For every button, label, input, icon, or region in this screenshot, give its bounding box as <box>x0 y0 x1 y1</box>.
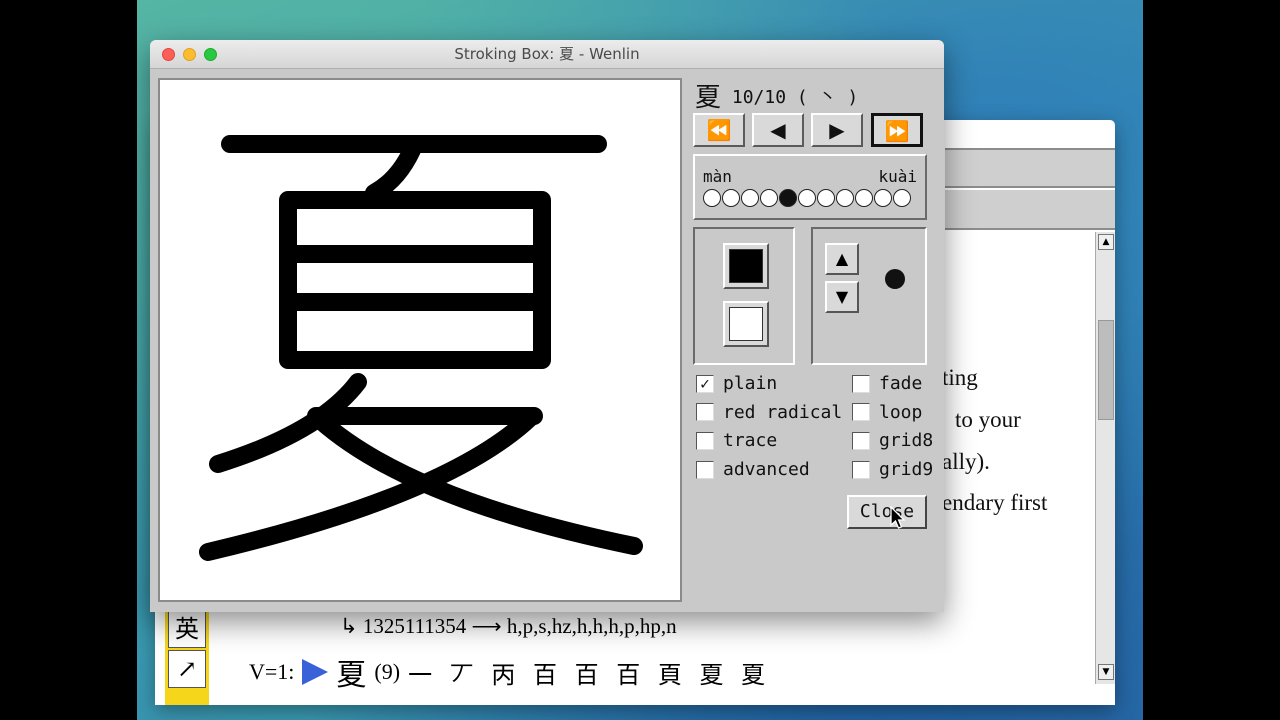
rewind-icon: ⏪ <box>706 118 732 142</box>
arrow-down-icon: ▼ <box>835 287 849 306</box>
option-loop[interactable]: loop <box>852 402 922 423</box>
step-back-icon: ◀ <box>770 118 786 142</box>
stroke-progress: 10/10 <box>731 87 787 108</box>
checkbox-checked-icon[interactable]: ✓ <box>696 374 714 393</box>
close-button[interactable]: Close <box>847 495 927 529</box>
stroke-order-line: V=1: 夏 (9) 一 丆 丙 百 百 百 頁 夏 夏 <box>249 650 770 694</box>
toolbar-strip <box>945 148 1115 188</box>
minimize-window-icon[interactable] <box>183 48 196 61</box>
character-canvas[interactable] <box>158 78 682 602</box>
option-fade[interactable]: fade <box>852 373 922 394</box>
speed-radio[interactable] <box>722 189 740 207</box>
option-label: trace <box>723 430 778 452</box>
color-panel <box>693 227 795 365</box>
previous-stroke-button[interactable]: ◀ <box>752 113 804 147</box>
checkbox-icon[interactable] <box>852 403 870 422</box>
speed-radio[interactable] <box>836 189 854 207</box>
stroke-count: (9) <box>374 659 401 684</box>
option-grid8[interactable]: grid8 <box>852 430 933 451</box>
increase-thickness-button[interactable]: ▲ <box>825 243 859 275</box>
speed-radio[interactable] <box>703 189 721 207</box>
decrease-thickness-button[interactable]: ▼ <box>825 281 859 313</box>
option-label: fade <box>879 373 923 394</box>
stroke-sequence: 一 丆 丙 百 百 百 頁 夏 夏 <box>408 660 771 689</box>
stroke-name: ( 丶 ) <box>796 87 859 108</box>
option-label: advanced <box>723 459 810 481</box>
first-stroke-button[interactable]: ⏪ <box>693 113 745 147</box>
body-text-line: endary first <box>942 490 1048 515</box>
scroll-up-icon[interactable]: ▲ <box>1098 234 1114 250</box>
thickness-panel: ▲ ▼ <box>811 227 927 365</box>
body-text-line: ting <box>942 365 978 390</box>
checkbox-icon[interactable] <box>696 460 714 479</box>
speed-fast-label: kuài <box>878 167 917 186</box>
character-strokes <box>199 135 643 561</box>
thickness-preview-dot <box>885 269 905 289</box>
option-label: red radical <box>723 401 843 423</box>
toolbar-strip <box>945 190 1115 230</box>
option-label: grid9 <box>879 459 934 481</box>
stroke-color-swatch[interactable] <box>723 243 769 289</box>
speed-radio[interactable] <box>779 189 797 207</box>
last-stroke-button[interactable]: ⏩ <box>871 113 923 147</box>
speed-control: màn kuài <box>693 154 927 220</box>
option-label: grid8 <box>879 430 934 452</box>
jump-button[interactable]: ↗ <box>168 650 206 688</box>
stroking-box-dialog: Stroking Box: 夏 - Wenlin 夏 10/10 ( 丶 ) ⏪… <box>150 40 944 612</box>
body-text-line: ally). <box>942 449 990 474</box>
arrow-up-icon: ▲ <box>835 249 849 268</box>
speed-radio[interactable] <box>893 189 911 207</box>
checkbox-icon[interactable] <box>852 374 870 393</box>
option-grid9[interactable]: grid9 <box>852 459 933 480</box>
option-label: plain <box>723 373 778 394</box>
stroke-decomposition: ↳ 1325111354 ⟶ h,p,s,hz,h,h,h,p,hp,n <box>340 614 677 638</box>
option-plain[interactable]: ✓ plain <box>696 373 777 394</box>
checkbox-icon[interactable] <box>852 460 870 479</box>
option-advanced[interactable]: advanced <box>696 459 810 480</box>
option-trace[interactable]: trace <box>696 430 777 451</box>
checkbox-icon[interactable] <box>852 431 870 450</box>
checkbox-icon[interactable] <box>696 431 714 450</box>
close-window-icon[interactable] <box>162 48 175 61</box>
background-color-swatch[interactable] <box>723 301 769 347</box>
fast-forward-icon: ⏩ <box>884 119 910 143</box>
speed-radio[interactable] <box>874 189 892 207</box>
english-toggle-button[interactable]: 英 <box>168 610 206 648</box>
mouse-pointer-icon <box>890 506 906 529</box>
scroll-thumb[interactable] <box>1098 320 1114 420</box>
vertical-scrollbar[interactable]: ▲ ▼ <box>1095 232 1115 684</box>
speed-radio[interactable] <box>855 189 873 207</box>
title-bar[interactable]: Stroking Box: 夏 - Wenlin <box>150 40 944 69</box>
body-text-line: to your <box>955 407 1021 432</box>
step-forward-icon: ▶ <box>829 118 845 142</box>
speed-radio[interactable] <box>798 189 816 207</box>
speed-slow-label: màn <box>703 167 732 186</box>
window-title: Stroking Box: 夏 - Wenlin <box>454 45 640 63</box>
speed-radio-group <box>703 189 911 207</box>
speed-radio[interactable] <box>817 189 835 207</box>
variant-label: V=1: <box>249 659 295 684</box>
checkbox-icon[interactable] <box>696 403 714 422</box>
stroke-info: 夏 10/10 ( 丶 ) <box>695 77 858 114</box>
speed-radio[interactable] <box>741 189 759 207</box>
option-label: loop <box>879 401 923 423</box>
play-triangle-icon[interactable] <box>302 659 329 685</box>
variant-character[interactable]: 夏 <box>336 650 366 694</box>
speed-radio[interactable] <box>760 189 778 207</box>
current-character: 夏 <box>695 83 722 113</box>
zoom-window-icon[interactable] <box>204 48 217 61</box>
option-red-radical[interactable]: red radical <box>696 402 842 423</box>
next-stroke-button[interactable]: ▶ <box>811 113 863 147</box>
scroll-down-icon[interactable]: ▼ <box>1098 664 1114 680</box>
